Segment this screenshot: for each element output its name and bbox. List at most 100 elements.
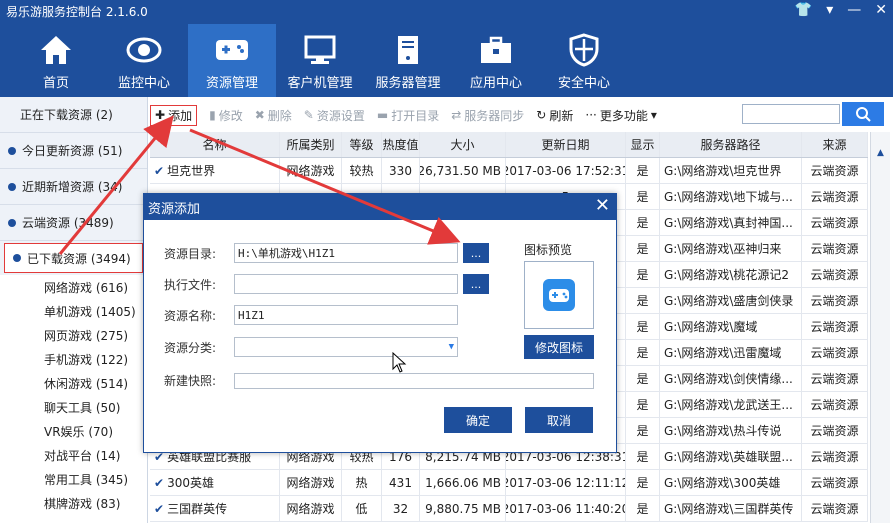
dialog-titlebar: 资源添加 ✕ xyxy=(144,194,616,220)
delete-button[interactable]: ✖ 删除 xyxy=(255,107,292,124)
category-select[interactable]: ▼ xyxy=(234,337,458,357)
table-cell-show: 是 xyxy=(626,444,660,469)
table-cell-show: 是 xyxy=(626,262,660,287)
search-input[interactable] xyxy=(742,104,840,124)
check-icon[interactable]: ✔ xyxy=(154,164,164,178)
table-cell-show: 是 xyxy=(626,496,660,521)
menu-icon[interactable]: ▾ xyxy=(826,2,833,18)
sidebar-sub-item[interactable]: 聊天工具 (50) xyxy=(0,395,147,419)
sidebar-sub-item[interactable]: 网页游戏 (275) xyxy=(0,323,147,347)
column-header[interactable]: 热度值 xyxy=(382,132,420,157)
shortcut-input[interactable] xyxy=(234,372,594,389)
check-icon[interactable]: ✔ xyxy=(154,476,164,490)
change-icon-button[interactable]: 修改图标 xyxy=(524,335,594,359)
table-cell-show: 是 xyxy=(626,340,660,365)
table-row[interactable]: ✔ 300英雄 网络游戏热 431 1,666.06 MB 2017-03-06 12:1… xyxy=(150,470,868,496)
plus-icon: ✚ xyxy=(155,108,166,122)
table-cell-src: 云端资源 xyxy=(802,210,868,235)
refresh-icon: ↻ xyxy=(536,108,547,122)
table-cell-path: G:\网络游戏\龙武送王... xyxy=(660,392,802,417)
category-field: 资源分类: ▼ xyxy=(164,337,458,357)
sidebar-subcategories: 网络游戏 (616) 单机游戏 (1405) 网页游戏 (275) 手机游戏 (… xyxy=(0,275,147,523)
toolbox-icon xyxy=(478,32,514,68)
nav-resources[interactable]: 资源管理 xyxy=(188,24,276,97)
more-button[interactable]: ··· 更多功能 ▾ xyxy=(585,107,660,124)
close-icon[interactable]: ✕ xyxy=(875,2,887,18)
refresh-button[interactable]: ↻ 刷新 xyxy=(536,107,573,124)
nav-monitor[interactable]: 监控中心 xyxy=(100,24,188,97)
table-cell-src: 云端资源 xyxy=(802,444,868,469)
name-input[interactable]: H1Z1 xyxy=(234,305,458,325)
add-resource-dialog: 资源添加 ✕ 资源目录: H:\单机游戏\H1Z1 ... 执行文件: ... … xyxy=(143,193,617,453)
column-header[interactable]: 所属类别 xyxy=(280,132,342,157)
column-header[interactable]: 显示 xyxy=(626,132,660,157)
cancel-button[interactable]: 取消 xyxy=(525,407,593,433)
exe-input[interactable] xyxy=(234,274,458,294)
table-cell-path: G:\网络游戏\英雄联盟... xyxy=(660,444,802,469)
exe-browse-button[interactable]: ... xyxy=(463,274,489,294)
search-button[interactable] xyxy=(842,102,884,126)
sidebar-sub-item[interactable]: 棋牌游戏 (83) xyxy=(0,491,147,515)
sidebar-cat-downloaded[interactable]: 已下载资源 (3494) xyxy=(4,243,143,273)
table-row[interactable]: ✔ 三国群英传 网络游戏低 32 9,880.75 MB 2017-03-06 11:40… xyxy=(150,496,868,522)
sidebar-sub-item[interactable]: 单机游戏 (1405) xyxy=(0,299,147,323)
table-cell-show: 是 xyxy=(626,288,660,313)
column-header[interactable]: 服务器路径 xyxy=(660,132,802,157)
add-button[interactable]: ✚ 添加 xyxy=(150,104,198,126)
column-header[interactable]: 来源 xyxy=(802,132,868,157)
sidebar-cat-today[interactable]: 今日更新资源 (51) xyxy=(0,133,147,169)
nav-home[interactable]: 首页 xyxy=(12,24,100,97)
settings-button[interactable]: ✎ 资源设置 xyxy=(304,107,365,124)
sidebar-sub-item[interactable]: 对战平台 (14) xyxy=(0,443,147,467)
table-cell-path: G:\网络游戏\盛唐剑侠录 xyxy=(660,288,802,313)
nav-security[interactable]: 安全中心 xyxy=(540,24,628,97)
column-header[interactable]: 名称 xyxy=(150,132,280,157)
sidebar-sub-item[interactable]: 休闲游戏 (514) xyxy=(0,371,147,395)
sidebar-sub-item[interactable]: 网络游戏 (616) xyxy=(0,275,147,299)
check-icon[interactable]: ✔ xyxy=(154,502,164,516)
column-header[interactable]: 大小 xyxy=(420,132,506,157)
open-dir-button[interactable]: ▬ 打开目录 xyxy=(377,107,439,124)
table-cell-path: G:\网络游戏\魔域 xyxy=(660,314,802,339)
table-cell-src: 云端资源 xyxy=(802,392,868,417)
dropdown-icon: ▾ xyxy=(650,108,657,122)
table-cell-src: 云端资源 xyxy=(802,236,868,261)
table-cell-date: 2017-03-06 17:52:31 xyxy=(506,158,626,183)
sidebar-sub-item[interactable]: 常用工具 (345) xyxy=(0,467,147,491)
table-cell-show: 是 xyxy=(626,158,660,183)
skin-icon[interactable]: 👕 xyxy=(795,2,812,18)
nav-servers[interactable]: 服务器管理 xyxy=(364,24,452,97)
sidebar-cat-recent[interactable]: 近期新增资源 (34) xyxy=(0,169,147,205)
table-cell-path: G:\网络游戏\地下城与... xyxy=(660,184,802,209)
table-cell-level: 低 xyxy=(342,496,382,521)
dir-browse-button[interactable]: ... xyxy=(463,243,489,263)
minimize-icon[interactable]: — xyxy=(847,2,861,18)
nav-apps[interactable]: 应用中心 xyxy=(452,24,540,97)
dialog-close-icon[interactable]: ✕ xyxy=(595,195,610,216)
bullet-icon xyxy=(13,254,21,262)
table-cell-show: 是 xyxy=(626,236,660,261)
sync-button[interactable]: ⇄ 服务器同步 xyxy=(451,107,524,124)
table-row[interactable]: ✔ 坦克世界 网络游戏 较热 330 26,731.50 MB 2017-03-06 17:… xyxy=(150,158,868,184)
toolbar: ✚ 添加 ▮ 修改 ✖ 删除 ✎ 资源设置 ▬ 打开目录 ⇄ 服务器同步 ↻ 刷新 ··· 更多… xyxy=(150,101,893,129)
nav-clients[interactable]: 客户机管理 xyxy=(276,24,364,97)
sidebar-cat-cloud[interactable]: 云端资源 (3489) xyxy=(0,205,147,241)
sidebar-sub-item[interactable]: 手机游戏 (122) xyxy=(0,347,147,371)
table-cell-src: 云端资源 xyxy=(802,158,868,183)
edit-button[interactable]: ▮ 修改 xyxy=(209,107,243,124)
dir-input[interactable]: H:\单机游戏\H1Z1 xyxy=(234,243,458,263)
column-header[interactable]: 等级 xyxy=(342,132,382,157)
delete-icon: ✖ xyxy=(254,108,265,122)
vertical-scrollbar[interactable]: ▲ xyxy=(870,132,890,523)
table-cell-path: G:\网络游戏\迅雷魔域 xyxy=(660,340,802,365)
table-cell-path: G:\网络游戏\三国群英传 xyxy=(660,496,802,521)
table-cell-src: 云端资源 xyxy=(802,496,868,521)
sidebar-sub-item[interactable]: VR娱乐 (70) xyxy=(0,419,147,443)
column-header[interactable]: 更新日期 xyxy=(506,132,626,157)
sidebar-cat-downloading[interactable]: 正在下载资源 (2) xyxy=(0,97,147,133)
scroll-up-icon[interactable]: ▲ xyxy=(871,148,890,158)
table-cell-path: G:\网络游戏\剑侠情缘... xyxy=(660,366,802,391)
table-header: 名称 所属类别 等级 热度值 大小 更新日期 显示 服务器路径 来源 xyxy=(150,132,868,158)
ok-button[interactable]: 确定 xyxy=(444,407,512,433)
window-title: 易乐游服务控制台 2.1.6.0 xyxy=(6,5,148,19)
